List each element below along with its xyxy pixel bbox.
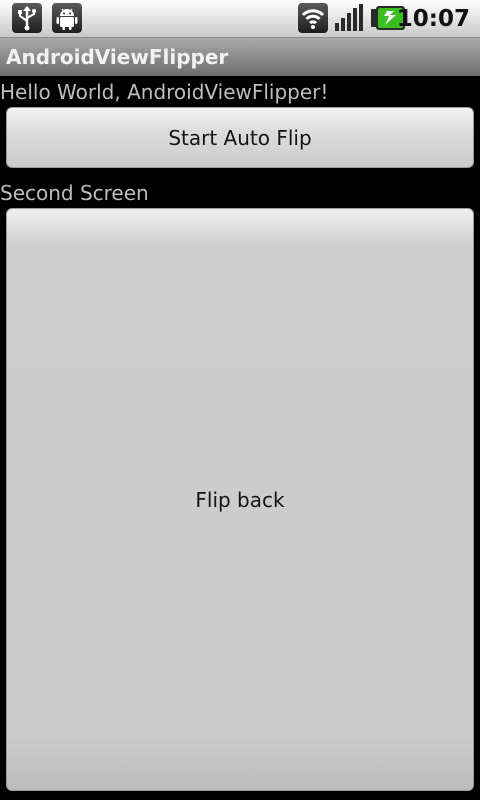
status-clock: 10:07 xyxy=(396,6,470,32)
second-screen-label: Second Screen xyxy=(0,181,149,205)
hello-text: Hello World, AndroidViewFlipper! xyxy=(0,80,329,104)
app-title-bar: AndroidViewFlipper xyxy=(0,38,480,76)
usb-icon xyxy=(12,3,42,33)
app-title: AndroidViewFlipper xyxy=(6,45,229,69)
android-debug-icon xyxy=(52,3,82,33)
status-bar: 10:07 xyxy=(0,0,480,38)
start-auto-flip-label: Start Auto Flip xyxy=(168,125,312,150)
signal-icon xyxy=(333,3,363,33)
start-auto-flip-button[interactable]: Start Auto Flip xyxy=(6,107,474,168)
flip-back-label: Flip back xyxy=(195,487,285,512)
flip-back-button[interactable]: Flip back xyxy=(6,208,474,791)
wifi-icon xyxy=(298,3,328,33)
